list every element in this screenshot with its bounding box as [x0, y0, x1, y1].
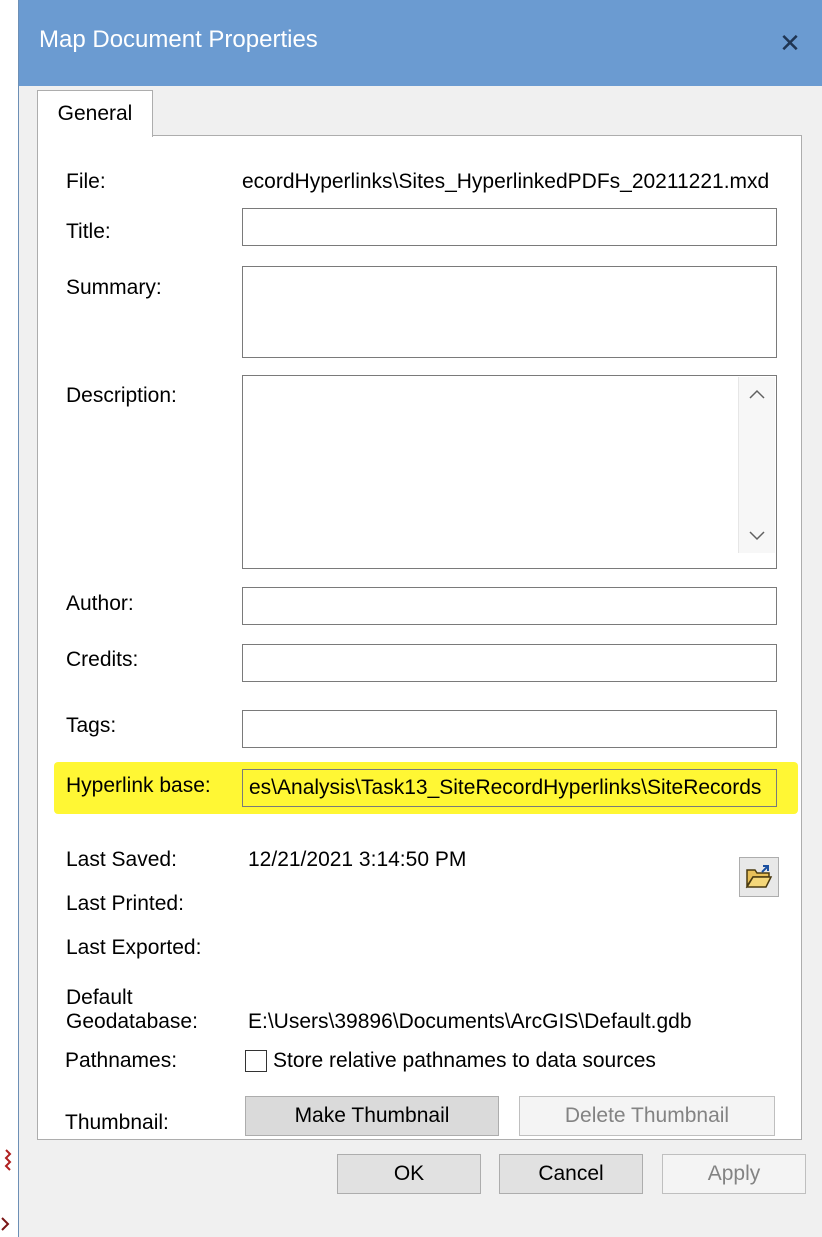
pathnames-label: Pathnames: [65, 1049, 178, 1072]
last-exported-label: Last Exported: [66, 936, 202, 959]
map-document-properties-dialog: Map Document Properties ✕ General File: … [18, 0, 822, 1237]
summary-label: Summary: [66, 276, 162, 299]
description-text [243, 382, 255, 405]
background-red-marks [1, 1149, 12, 1231]
author-field[interactable] [242, 587, 777, 625]
last-saved-label: Last Saved: [66, 848, 177, 871]
description-field[interactable] [242, 375, 777, 569]
relative-pathnames-checkbox[interactable] [245, 1050, 267, 1072]
title-bar[interactable]: Map Document Properties ✕ [19, 0, 822, 86]
close-icon: ✕ [779, 27, 801, 58]
default-geodatabase-label-line1: Default [66, 986, 133, 1009]
window-title: Map Document Properties [39, 26, 318, 53]
hyperlink-base-label: Hyperlink base: [66, 774, 211, 797]
tags-label: Tags: [66, 714, 117, 737]
general-tab-panel: File: ecordHyperlinks\Sites_HyperlinkedP… [37, 135, 802, 1140]
author-label: Author: [66, 592, 134, 615]
browse-geodatabase-button[interactable] [739, 857, 779, 897]
relative-pathnames-checkbox-label[interactable]: Store relative pathnames to data sources [273, 1049, 656, 1073]
description-label: Description: [66, 384, 177, 407]
summary-field[interactable] [242, 266, 777, 358]
apply-button[interactable]: Apply [662, 1154, 806, 1194]
delete-thumbnail-button[interactable]: Delete Thumbnail [519, 1096, 775, 1136]
file-label: File: [66, 170, 106, 193]
hyperlink-base-field[interactable]: es\Analysis\Task13_SiteRecordHyperlinks\… [242, 769, 777, 807]
last-printed-label: Last Printed: [66, 892, 184, 915]
scroll-up-icon[interactable] [739, 377, 775, 411]
thumbnail-label: Thumbnail: [65, 1111, 169, 1134]
tab-general[interactable]: General [37, 90, 153, 137]
ok-button[interactable]: OK [337, 1154, 481, 1194]
scroll-down-icon[interactable] [739, 519, 775, 553]
make-thumbnail-button[interactable]: Make Thumbnail [245, 1096, 499, 1136]
title-field[interactable] [242, 208, 777, 246]
default-geodatabase-value: E:\Users\39896\Documents\ArcGIS\Default.… [248, 1010, 692, 1033]
close-button[interactable]: ✕ [758, 0, 822, 86]
description-scrollbar[interactable] [738, 377, 775, 553]
file-path-value: ecordHyperlinks\Sites_HyperlinkedPDFs_20… [242, 170, 770, 193]
last-saved-value: 12/21/2021 3:14:50 PM [248, 848, 467, 871]
credits-field[interactable] [242, 644, 777, 682]
cancel-button[interactable]: Cancel [499, 1154, 643, 1194]
tags-field[interactable] [242, 710, 777, 748]
credits-label: Credits: [66, 648, 139, 671]
folder-open-icon [745, 865, 773, 889]
title-label: Title: [66, 220, 111, 243]
default-geodatabase-label-line2: Geodatabase: [66, 1010, 198, 1033]
dialog-client-area: General File: ecordHyperlinks\Sites_Hype… [19, 86, 822, 1237]
